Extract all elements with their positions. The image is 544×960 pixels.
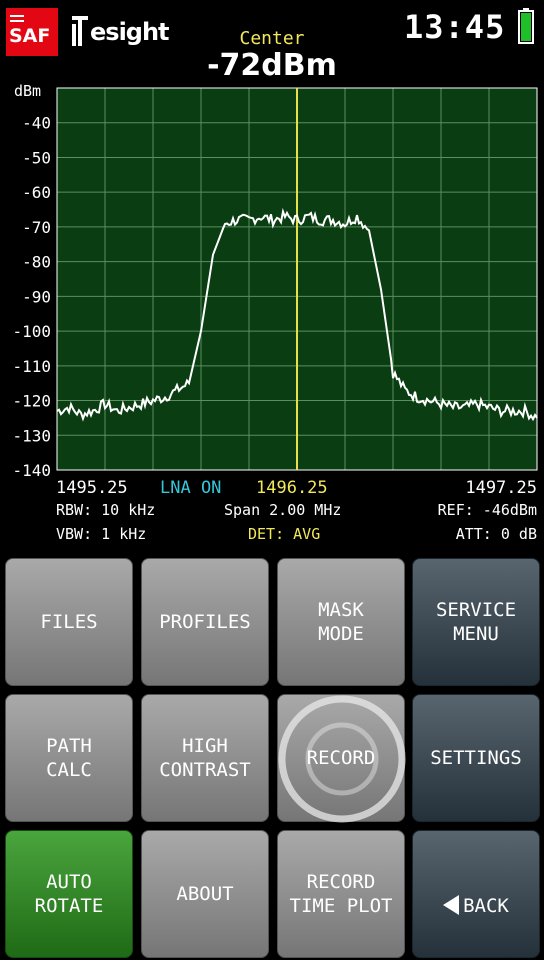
- about-button[interactable]: ABOUT: [141, 830, 269, 958]
- y-axis-label: dBm: [14, 84, 41, 100]
- rbw-value[interactable]: RBW: 10 kHz: [56, 501, 155, 519]
- files-button[interactable]: FILES: [5, 558, 133, 686]
- detector-mode[interactable]: DET: AVG: [248, 525, 320, 543]
- clock: 13:45: [404, 8, 506, 46]
- y-tick-label: -80: [22, 253, 51, 272]
- y-tick-labels: -40 -50 -60 -70 -80 -90 -100 -110 -120 -130 -140: [12, 114, 51, 480]
- center-power-value: -72dBm: [207, 48, 337, 83]
- high-contrast-label: HIGH CONTRAST: [159, 735, 251, 781]
- freq-center: 1496.25: [256, 478, 328, 498]
- freq-stop: 1497.25: [465, 478, 537, 498]
- record-time-plot-label: RECORD TIME PLOT: [289, 871, 393, 917]
- auto-rotate-button[interactable]: AUTO ROTATE: [5, 830, 133, 958]
- path-calc-button[interactable]: PATH CALC: [5, 694, 133, 822]
- y-tick-label: -110: [12, 357, 51, 376]
- spectrum-chart[interactable]: -40 -50 -60 -70 -80 -90 -100 -110 -120 -130 -140 d…: [0, 84, 544, 558]
- auto-rotate-label: AUTO ROTATE: [34, 871, 104, 917]
- service-menu-button[interactable]: SERVICE MENU: [412, 558, 540, 686]
- record-time-plot-button[interactable]: RECORD TIME PLOT: [277, 830, 405, 958]
- y-tick-label: -120: [12, 392, 51, 411]
- freq-start: 1495.25: [56, 478, 128, 498]
- about-label: ABOUT: [176, 883, 234, 905]
- back-button[interactable]: BACK: [412, 830, 540, 958]
- battery-fill: [521, 13, 531, 41]
- y-tick-label: -140: [12, 461, 51, 480]
- ref-level[interactable]: REF: -46dBm: [438, 501, 537, 519]
- files-label: FILES: [40, 611, 98, 633]
- profiles-label: PROFILES: [159, 611, 251, 633]
- mask-mode-label: MASK MODE: [318, 599, 364, 645]
- y-tick-label: -60: [22, 183, 51, 202]
- y-tick-label: -90: [22, 287, 51, 306]
- span-value[interactable]: Span 2.00 MHz: [224, 501, 341, 519]
- status-header: SAF esight Center -72dBm 13:45: [0, 0, 544, 84]
- high-contrast-button[interactable]: HIGH CONTRAST: [141, 694, 269, 822]
- path-calc-label: PATH CALC: [46, 735, 92, 781]
- saf-logo-bars: [10, 15, 24, 22]
- record-button[interactable]: RECORD: [277, 694, 406, 823]
- y-tick-label: -130: [12, 426, 51, 445]
- y-tick-label: -40: [22, 114, 51, 133]
- back-label: BACK: [463, 895, 509, 917]
- vbw-value[interactable]: VBW: 1 kHz: [56, 525, 146, 543]
- battery-icon: [518, 8, 534, 44]
- mask-mode-button[interactable]: MASK MODE: [277, 558, 405, 686]
- record-label: RECORD: [306, 747, 376, 769]
- y-tick-label: -70: [22, 218, 51, 237]
- service-menu-label: SERVICE MENU: [435, 599, 517, 645]
- settings-button[interactable]: SETTINGS: [412, 694, 540, 822]
- profiles-button[interactable]: PROFILES: [141, 558, 269, 686]
- attenuation[interactable]: ATT: 0 dB: [456, 525, 537, 543]
- y-tick-label: -50: [22, 148, 51, 167]
- readout: 1495.25 LNA ON 1496.25 1497.25 RBW: 10 k…: [56, 478, 537, 543]
- settings-label: SETTINGS: [430, 747, 522, 769]
- back-arrow-icon: [443, 895, 460, 915]
- y-tick-label: -100: [12, 322, 51, 341]
- lna-status[interactable]: LNA ON: [160, 478, 221, 498]
